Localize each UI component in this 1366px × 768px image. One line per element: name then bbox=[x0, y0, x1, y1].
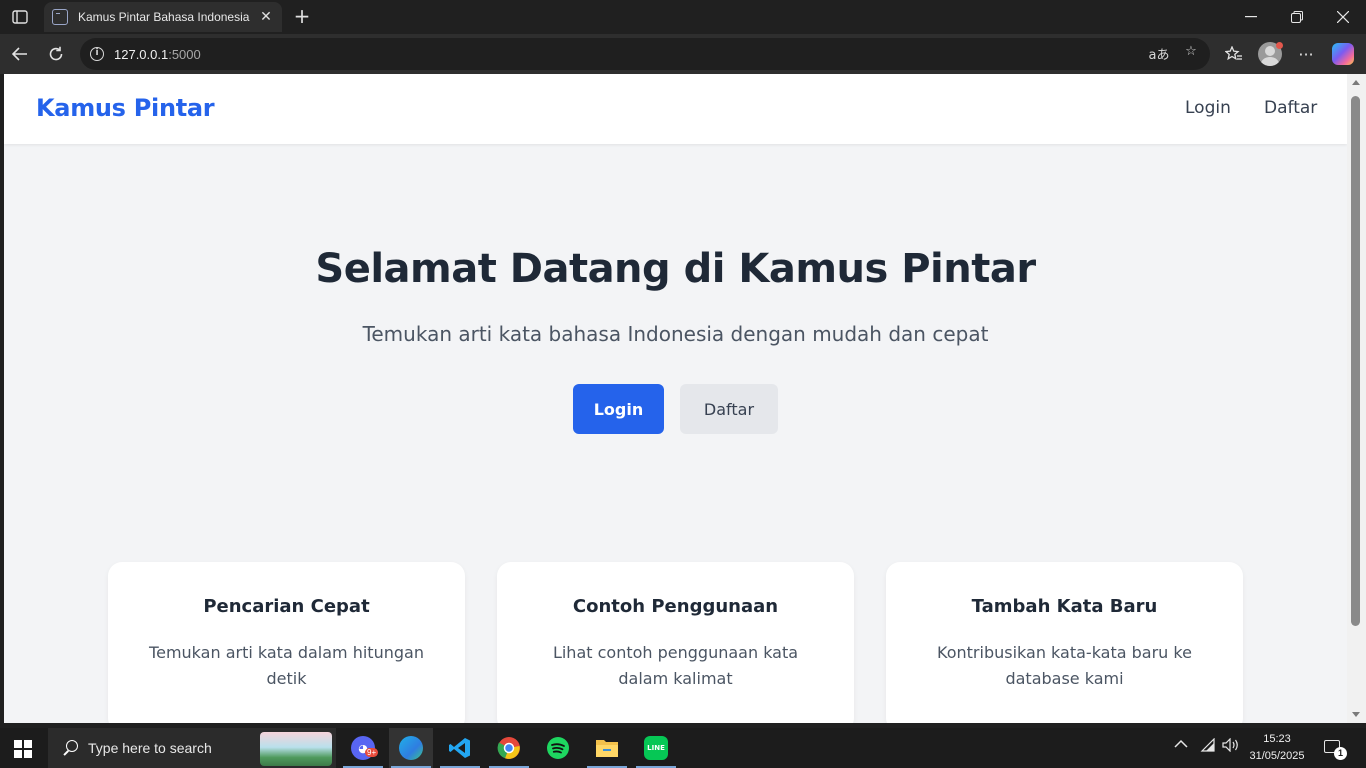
feature-card-text: Temukan arti kata dalam hitungan detik bbox=[149, 643, 424, 688]
spotify-icon bbox=[547, 737, 569, 759]
windows-taskbar: Type here to search ◕ 9+ LINE 15:23 31/0… bbox=[0, 728, 1366, 768]
refresh-icon[interactable] bbox=[42, 40, 70, 68]
feature-card-quick-search: Pencarian Cepat Temukan arti kata dalam … bbox=[108, 562, 465, 723]
taskbar-file-explorer[interactable] bbox=[585, 728, 629, 768]
hero-register-button[interactable]: Daftar bbox=[680, 384, 778, 434]
scroll-up-icon[interactable] bbox=[1352, 80, 1360, 85]
profile-notification-dot bbox=[1276, 42, 1283, 49]
feature-card-usage-examples: Contoh Penggunaan Lihat contoh penggunaa… bbox=[497, 562, 854, 723]
site-info-icon[interactable]: i bbox=[90, 47, 104, 61]
feature-card-title: Pencarian Cepat bbox=[203, 596, 370, 617]
notification-center-icon[interactable]: 1 bbox=[1322, 738, 1347, 760]
url-port: :5000 bbox=[168, 46, 201, 62]
tab-actions-icon[interactable] bbox=[8, 6, 32, 28]
search-icon bbox=[62, 740, 78, 756]
folder-icon bbox=[596, 740, 618, 757]
network-icon[interactable] bbox=[1200, 737, 1216, 756]
taskbar-search-placeholder: Type here to search bbox=[88, 740, 212, 756]
discord-badge: 9+ bbox=[365, 748, 379, 757]
show-hidden-icons-icon[interactable] bbox=[1174, 738, 1188, 753]
search-highlight-image[interactable] bbox=[260, 732, 332, 766]
tab-title: Kamus Pintar Bahasa Indonesia bbox=[78, 10, 250, 24]
taskbar-clock[interactable]: 15:23 31/05/2025 bbox=[1244, 731, 1310, 765]
taskbar-vscode[interactable] bbox=[438, 728, 482, 768]
taskbar-discord[interactable]: ◕ 9+ bbox=[341, 728, 385, 768]
site-brand[interactable]: Kamus Pintar bbox=[36, 94, 215, 122]
browser-title-bar: Kamus Pintar Bahasa Indonesia ✕ + bbox=[0, 0, 1366, 34]
chrome-icon bbox=[497, 737, 520, 759]
favorites-icon[interactable] bbox=[1220, 40, 1248, 68]
tab-favicon-icon bbox=[52, 9, 68, 25]
notification-count-badge: 1 bbox=[1334, 747, 1347, 760]
page-scrollbar[interactable] bbox=[1347, 74, 1366, 723]
hero-login-button[interactable]: Login bbox=[573, 384, 664, 434]
page-viewport: Kamus Pintar Login Daftar Selamat Datang… bbox=[4, 74, 1347, 723]
clock-date: 31/05/2025 bbox=[1249, 750, 1305, 762]
site-navbar: Kamus Pintar Login Daftar bbox=[4, 74, 1347, 144]
nav-login-link[interactable]: Login bbox=[1185, 98, 1231, 118]
copilot-icon[interactable] bbox=[1332, 43, 1354, 65]
taskbar-chrome[interactable] bbox=[487, 728, 531, 768]
feature-card-text: Kontribusikan kata-kata baru ke database… bbox=[937, 643, 1192, 688]
browser-toolbar: i 127.0.0.1:5000 aあ ☆ ··· bbox=[0, 34, 1366, 74]
edge-icon bbox=[399, 736, 423, 760]
taskbar-line[interactable]: LINE bbox=[634, 728, 678, 768]
scroll-thumb[interactable] bbox=[1351, 96, 1360, 626]
line-icon: LINE bbox=[644, 736, 668, 760]
feature-card-add-word: Tambah Kata Baru Kontribusikan kata-kata… bbox=[886, 562, 1243, 723]
taskbar-spotify[interactable] bbox=[536, 728, 580, 768]
windows-start-icon[interactable] bbox=[14, 740, 32, 758]
restore-icon[interactable] bbox=[1274, 0, 1320, 34]
feature-card-title: Contoh Penggunaan bbox=[572, 596, 779, 617]
more-options-icon[interactable]: ··· bbox=[1292, 40, 1320, 68]
new-tab-icon[interactable]: + bbox=[290, 4, 314, 28]
taskbar-edge[interactable] bbox=[389, 728, 433, 768]
feature-card-title: Tambah Kata Baru bbox=[971, 596, 1158, 617]
nav-register-link[interactable]: Daftar bbox=[1264, 98, 1317, 118]
vscode-icon bbox=[449, 738, 470, 758]
address-bar[interactable]: i 127.0.0.1:5000 aあ ☆ bbox=[80, 38, 1210, 70]
url-host: 127.0.0.1 bbox=[114, 46, 169, 62]
hero-subtitle: Temukan arti kata bahasa Indonesia denga… bbox=[362, 322, 989, 346]
read-aloud-icon[interactable]: aあ bbox=[1148, 44, 1170, 64]
favorite-star-icon[interactable]: ☆ bbox=[1180, 44, 1202, 64]
scroll-down-icon[interactable] bbox=[1352, 712, 1360, 717]
close-window-icon[interactable] bbox=[1320, 0, 1366, 34]
minimize-icon[interactable] bbox=[1228, 0, 1274, 34]
clock-time: 15:23 bbox=[1263, 733, 1291, 745]
hero-title: Selamat Datang di Kamus Pintar bbox=[315, 246, 1036, 292]
back-icon[interactable] bbox=[6, 40, 34, 68]
tab-close-icon[interactable]: ✕ bbox=[258, 9, 274, 25]
volume-icon[interactable] bbox=[1222, 737, 1240, 756]
feature-card-text: Lihat contoh penggunaan kata dalam kalim… bbox=[552, 643, 799, 688]
browser-tab[interactable]: Kamus Pintar Bahasa Indonesia ✕ bbox=[44, 2, 282, 32]
